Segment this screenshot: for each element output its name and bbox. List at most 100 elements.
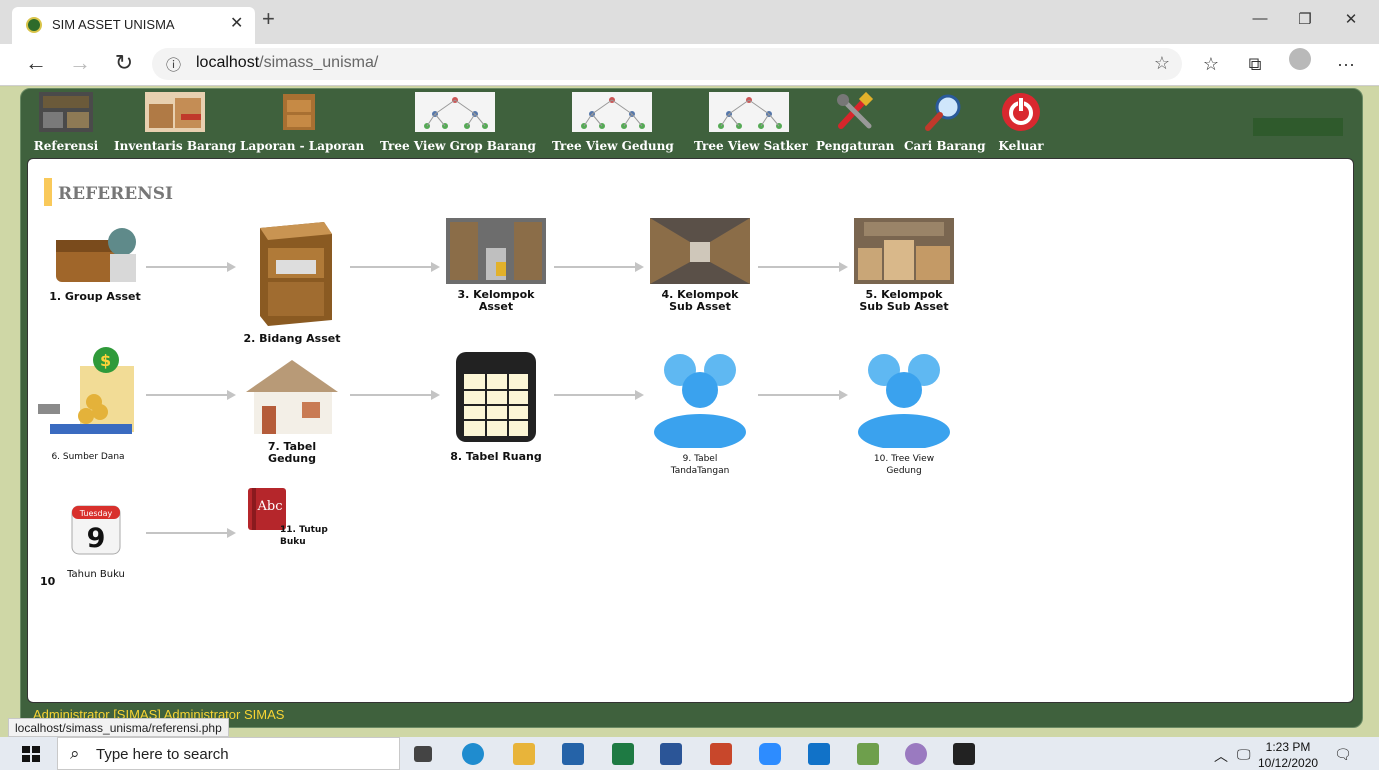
menu-item-keluar[interactable]: Keluar (996, 92, 1046, 153)
ref-kelompok-asset[interactable]: 3. Kelompok Asset (444, 218, 548, 313)
calendar-day-name: Tuesday (79, 509, 113, 518)
info-icon[interactable]: ⓘ (166, 54, 181, 75)
more-icon[interactable]: ··· (1334, 54, 1358, 75)
header-strip (1253, 118, 1343, 136)
site-favicon-icon (26, 17, 42, 33)
favorite-star-icon[interactable]: ☆ (1154, 53, 1170, 74)
task-view-icon[interactable] (414, 746, 432, 762)
ref-group-asset[interactable]: 1. Group Asset (40, 220, 150, 303)
zoom-icon[interactable] (759, 743, 781, 765)
svg-text:$: $ (100, 351, 111, 370)
flow-arrow (350, 262, 440, 272)
menu-item-tree-view-gedung[interactable]: Tree View Gedung (552, 92, 674, 153)
flow-arrow (758, 262, 848, 272)
menu-item-laporan[interactable]: Laporan - Laporan (240, 92, 364, 153)
ref-bidang-asset[interactable]: 2. Bidang Asset (240, 220, 344, 345)
browser-tab[interactable]: SIM ASSET UNISMA ✕ (12, 7, 255, 44)
magnifier-icon (925, 94, 961, 131)
flow-arrow (554, 390, 644, 400)
warehouse-aisle-icon (650, 218, 750, 284)
calendar-day-number: 9 (87, 523, 106, 554)
tools-icon (837, 91, 874, 129)
flow-arrow (146, 528, 236, 538)
back-icon[interactable]: ← (22, 50, 50, 76)
clock[interactable]: 1:23 PM 10/12/2020 (1258, 739, 1318, 770)
tahun-buku-number: 10 (40, 575, 56, 588)
windows-taskbar: ⌕ Type here to search ︿ 🖵 1:23 PM 10/12/… (0, 737, 1379, 770)
file-cabinet-icon (260, 222, 332, 326)
mail-icon[interactable] (808, 743, 830, 765)
url-field[interactable]: ⓘ localhost/simass_unisma/ ☆ (152, 48, 1182, 80)
power-icon (1002, 93, 1040, 131)
flow-arrow (350, 390, 440, 400)
table-grid-icon (456, 352, 536, 442)
link-status-tooltip: localhost/simass_unisma/referensi.php (8, 718, 229, 737)
menu-item-referensi[interactable]: Referensi (30, 92, 102, 153)
forward-icon[interactable]: → (66, 50, 94, 76)
warehouse-photo-icon (446, 218, 546, 284)
calendar-icon: Tuesday 9 (71, 505, 121, 555)
boxes-icon (145, 92, 205, 132)
flow-arrow (146, 390, 236, 400)
profile-avatar[interactable] (1289, 48, 1311, 70)
flow-arrow (146, 262, 236, 272)
tree-diagram-icon (572, 92, 652, 132)
tab-title: SIM ASSET UNISMA (52, 17, 175, 32)
ref-kelompok-sub-asset[interactable]: 4. Kelompok Sub Asset (648, 218, 752, 313)
ref-tabel-gedung[interactable]: 7. Tabel Gedung (240, 356, 344, 465)
flow-arrow (554, 262, 644, 272)
ref-tahun-buku[interactable]: Tuesday 9 Tahun Buku (60, 504, 132, 581)
url-host: localhost (196, 54, 260, 71)
tray-chevron-icon[interactable]: ︿ (1214, 746, 1228, 766)
boxes-stack-icon (854, 218, 954, 284)
menu-item-tree-view-satker[interactable]: Tree View Satker (694, 92, 808, 153)
ref-sumber-dana[interactable]: $ 6. Sumber Dana (36, 346, 140, 463)
edge-browser-icon[interactable] (462, 743, 484, 765)
favorites-icon[interactable]: ☆ (1199, 54, 1223, 75)
new-tab-icon[interactable]: + (262, 8, 275, 30)
menu-item-pengaturan[interactable]: Pengaturan (816, 91, 894, 153)
url-path: /simass_unisma/ (259, 54, 379, 71)
menu-item-inventaris-barang[interactable]: Inventaris Barang (112, 92, 238, 153)
ref-kelompok-sub-sub-asset[interactable]: 5. Kelompok Sub Sub Asset (852, 218, 956, 313)
address-toolbar: ← → ↻ ⓘ localhost/simass_unisma/ ☆ ☆ ⧉ ·… (0, 44, 1379, 86)
users-group-icon (654, 354, 746, 450)
house-icon (246, 360, 338, 434)
store-icon[interactable] (562, 743, 584, 765)
word-icon[interactable] (660, 743, 682, 765)
terminal-icon[interactable] (953, 743, 975, 765)
page-title: REFERENSI (44, 178, 173, 206)
notifications-icon[interactable]: 🗨 (1334, 746, 1352, 763)
close-tab-icon[interactable]: ✕ (230, 13, 243, 33)
menu-item-tree-view-grop-barang[interactable]: Tree View Grop Barang (380, 92, 536, 153)
minimize-icon[interactable]: — (1248, 10, 1272, 27)
paint-icon[interactable] (905, 743, 927, 765)
inventory-management-icon (39, 92, 93, 132)
tree-diagram-icon (415, 92, 495, 132)
menu-item-cari-barang[interactable]: Cari Barang (904, 92, 986, 153)
file-explorer-icon[interactable] (513, 743, 535, 765)
ref-tabel-ruang[interactable]: 8. Tabel Ruang (444, 348, 548, 463)
powerpoint-icon[interactable] (710, 743, 732, 765)
book-cover-text: Abc (257, 499, 283, 514)
network-icon[interactable]: 🖵 (1237, 746, 1251, 763)
notes-icon[interactable] (857, 743, 879, 765)
treasure-chest-icon (56, 228, 136, 282)
ref-tutup-buku[interactable]: Abc 11. Tutup Buku (246, 486, 346, 547)
flow-arrow (758, 390, 848, 400)
ref-tabel-tanda-tangan[interactable]: 9. Tabel TandaTangan (648, 348, 752, 477)
taskbar-search-field[interactable]: ⌕ Type here to search (57, 737, 400, 770)
ref-tree-view-gedung[interactable]: 10. Tree View Gedung (852, 348, 956, 477)
tree-diagram-icon (709, 92, 789, 132)
browser-tab-bar: SIM ASSET UNISMA ✕ + — ❐ ✕ (0, 0, 1379, 44)
collections-icon[interactable]: ⧉ (1243, 54, 1267, 75)
excel-icon[interactable] (612, 743, 634, 765)
users-group-icon (858, 354, 950, 450)
search-icon: ⌕ (70, 744, 80, 763)
refresh-icon[interactable]: ↻ (110, 50, 138, 76)
restore-icon[interactable]: ❐ (1293, 10, 1317, 28)
close-window-icon[interactable]: ✕ (1339, 10, 1363, 28)
money-scale-icon: $ (38, 347, 134, 434)
windows-start-icon[interactable] (22, 746, 40, 762)
cabinet-icon (283, 94, 315, 130)
